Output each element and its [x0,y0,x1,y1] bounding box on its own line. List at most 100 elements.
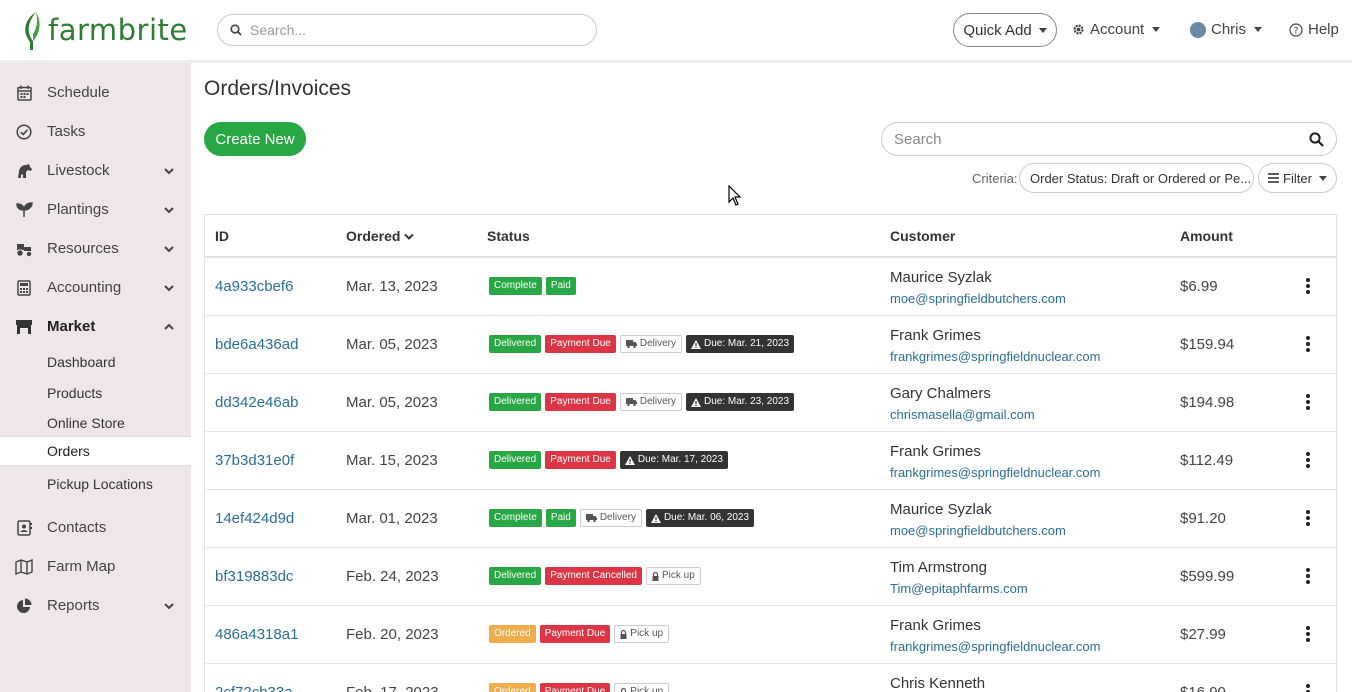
status-badge: Payment Cancelled [545,567,642,585]
customer-email-link[interactable]: Tim@epitaphfarms.com [890,581,1028,596]
global-search[interactable] [217,14,597,46]
order-id-link[interactable]: 14ef424d9d [215,510,294,527]
status-badge-label: Payment Due [544,686,606,692]
global-search-input[interactable] [250,22,570,38]
row-actions-kebab-icon[interactable] [1305,336,1311,352]
table-row[interactable]: 4a933cbef6 Mar. 13, 2023 Complete Paid Ma… [205,258,1336,316]
column-header-amount[interactable]: Amount [1180,228,1233,244]
table-row[interactable]: 37b3d31e0f Mar. 15, 2023 Delivered Paymen… [205,432,1336,490]
order-amount: $112.49 [1180,452,1234,469]
user-menu[interactable]: Chris [1190,21,1263,38]
criteria-pill[interactable]: Order Status: Draft or Ordered or Pe... [1019,163,1254,193]
row-actions-kebab-icon[interactable] [1305,568,1311,584]
table-row[interactable]: 2cf72cb33a Feb. 17, 2023 Ordered Payment … [205,664,1336,692]
status-cell: Delivered Payment Due Due: Mar. 17, 2023 [489,451,728,469]
customer-email-link[interactable]: chrismasella@gmail.com [890,407,1035,422]
sidebar-item-resources[interactable]: Resources [0,229,191,268]
sidebar-item-schedule[interactable]: Schedule [0,73,191,112]
ordered-date: Feb. 20, 2023 [346,626,439,643]
customer-name: Maurice Syzlak [890,501,992,518]
order-id-link[interactable]: 2cf72cb33a [215,684,293,692]
status-badge: Payment Due [539,683,611,692]
search-icon[interactable] [1309,132,1324,147]
status-badge-label: Delivery [599,512,636,523]
sidebar-item-tasks[interactable]: Tasks [0,112,191,151]
customer-name: Gary Chalmers [890,385,991,402]
table-row[interactable]: 14ef424d9d Mar. 01, 2023 Complete Paid Del… [205,490,1336,548]
table-row[interactable]: bf319883dc Feb. 24, 2023 Delivered Paymen… [205,548,1336,606]
customer-email-link[interactable]: frankgrimes@springfieldnuclear.com [890,639,1100,654]
sidebar-item-reports[interactable]: Reports [0,586,191,625]
status-badge-label: Ordered [494,628,531,639]
sidebar-subitem-products[interactable]: Products [0,378,191,408]
status-badge: Payment Due [545,393,616,411]
chevron-down-icon [164,284,174,291]
sidebar-item-livestock[interactable]: Livestock [0,151,191,190]
column-header-id[interactable]: ID [215,228,229,244]
orders-search-input[interactable] [894,130,1294,148]
row-actions-kebab-icon[interactable] [1305,510,1311,526]
sidebar-item-plantings[interactable]: Plantings [0,190,191,229]
sidebar-subitem-online-store[interactable]: Online Store [0,408,191,438]
order-amount: $159.94 [1180,336,1235,353]
order-id-link[interactable]: bf319883dc [215,568,293,585]
order-id-link[interactable]: 37b3d31e0f [215,452,294,469]
top-bar: farmbrite Quick Add Account Chris ? Help [0,0,1352,63]
sidebar-subitem-pickup-locations[interactable]: Pickup Locations [0,469,191,499]
help-link[interactable]: ? Help [1289,21,1339,38]
sidebar-item-label: Accounting [47,279,122,296]
status-badge-label: Delivered [494,454,537,465]
sidebar-item-label: Schedule [47,84,110,101]
status-cell: Delivered Payment Due Delivery Due: Mar. 23… [489,393,795,411]
column-header-customer[interactable]: Customer [890,228,955,244]
sidebar-item-label: Livestock [47,162,110,179]
filter-label: Filter [1283,170,1312,186]
column-header-ordered[interactable]: Ordered [346,228,415,244]
avatar [1190,21,1206,38]
customer-email-link[interactable]: moe@springfieldbutchers.com [890,523,1066,538]
status-badge-label: Payment Due [550,454,611,465]
sidebar-subitem-orders[interactable]: Orders [0,436,191,466]
row-actions-kebab-icon[interactable] [1305,684,1311,692]
status-badge-label: Delivered [494,396,537,407]
sidebar-subitem-label: Pickup Locations [47,476,153,492]
customer-email-link[interactable]: frankgrimes@springfieldnuclear.com [890,465,1100,480]
table-row[interactable]: bde6a436ad Mar. 05, 2023 Delivered Paymen… [205,316,1336,374]
gear-icon [1073,24,1084,35]
customer-email-link[interactable]: frankgrimes@springfieldnuclear.com [890,349,1100,364]
sidebar-item-accounting[interactable]: Accounting [0,268,191,307]
status-badge: Ordered [489,625,536,643]
customer-email-link[interactable]: moe@springfieldbutchers.com [890,291,1066,306]
status-cell: Delivered Payment Due Delivery Due: Mar. 21… [489,335,795,353]
sidebar-item-market[interactable]: Market [0,307,191,346]
order-id-link[interactable]: 486a4318a1 [215,626,298,643]
ordered-date: Mar. 15, 2023 [346,452,438,469]
ordered-date: Feb. 24, 2023 [346,568,439,585]
sidebar-item-label: Reports [47,597,100,614]
ordered-date: Mar. 05, 2023 [346,336,438,353]
order-id-link[interactable]: 4a933cbef6 [215,278,293,295]
status-badge: Delivery [619,393,682,411]
row-actions-kebab-icon[interactable] [1305,626,1311,642]
account-menu[interactable]: Account [1072,21,1161,38]
customer-name: Frank Grimes [890,327,981,344]
order-id-link[interactable]: bde6a436ad [215,336,298,353]
order-id-link[interactable]: dd342e46ab [215,394,298,411]
sidebar-item-label: Plantings [47,201,109,218]
farmbrite-logo[interactable]: farmbrite [22,10,188,50]
sidebar-subitem-dashboard[interactable]: Dashboard [0,347,191,377]
column-header-status[interactable]: Status [487,228,530,244]
lock-icon [620,687,627,692]
row-actions-kebab-icon[interactable] [1305,394,1311,410]
create-new-button[interactable]: Create New [204,122,306,156]
table-row[interactable]: 486a4318a1 Feb. 20, 2023 Ordered Payment … [205,606,1336,664]
orders-search[interactable] [881,122,1337,156]
row-actions-kebab-icon[interactable] [1305,452,1311,468]
row-actions-kebab-icon[interactable] [1305,278,1311,294]
sidebar-item-farm-map[interactable]: Farm Map [0,547,191,586]
sidebar-item-contacts[interactable]: Contacts [0,508,191,547]
filter-button[interactable]: Filter [1258,163,1337,193]
quick-add-button[interactable]: Quick Add [953,13,1057,47]
warning-icon [650,513,661,523]
table-row[interactable]: dd342e46ab Mar. 05, 2023 Delivered Paymen… [205,374,1336,432]
